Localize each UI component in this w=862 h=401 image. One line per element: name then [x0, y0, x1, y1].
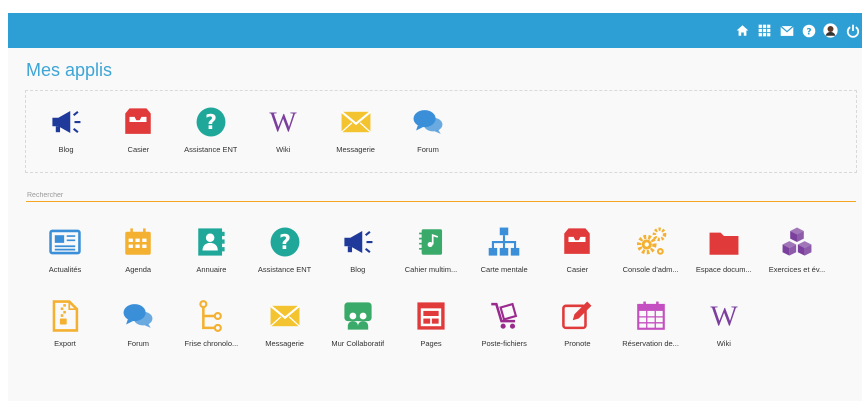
- folder-icon: [704, 222, 744, 262]
- svg-text:W: W: [710, 300, 738, 332]
- contact-book-icon: [191, 222, 231, 262]
- app-label: Cahier multim...: [404, 265, 458, 274]
- app-label: Blog: [350, 265, 366, 274]
- mail-icon[interactable]: [777, 21, 796, 40]
- inbox-tray-icon: [118, 102, 158, 142]
- app-label: Messagerie: [336, 145, 375, 154]
- timeline-icon: [191, 296, 231, 336]
- app-label: Assistance ENT: [184, 145, 238, 154]
- app-tile[interactable]: Messagerie: [319, 102, 393, 154]
- app-label: Exercices et év...: [768, 265, 826, 274]
- app-label: Agenda: [125, 265, 152, 274]
- app-tile[interactable]: Mur Collaboratif: [321, 296, 395, 348]
- app-label: Poste-fichiers: [481, 339, 527, 348]
- app-label: Annuaire: [196, 265, 227, 274]
- app-tile[interactable]: ? Assistance ENT: [248, 222, 322, 274]
- top-bar-icons: ?: [730, 13, 862, 48]
- app-tile[interactable]: Carte mentale: [467, 222, 541, 274]
- app-label: Wiki: [276, 145, 291, 154]
- svg-text:?: ?: [279, 230, 291, 254]
- svg-text:?: ?: [205, 110, 217, 134]
- app-tile[interactable]: Espace docum...: [687, 222, 761, 274]
- app-tile[interactable]: Casier: [101, 102, 175, 154]
- app-label: Espace docum...: [695, 265, 752, 274]
- app-tile[interactable]: W Wiki: [687, 296, 761, 348]
- app-label: Actualités: [48, 265, 82, 274]
- search-input[interactable]: [26, 189, 856, 202]
- megaphone-icon: [46, 102, 86, 142]
- app-label: Assistance ENT: [257, 265, 312, 274]
- app-tile[interactable]: Blog: [29, 102, 103, 154]
- home-icon[interactable]: [733, 21, 752, 40]
- power-icon[interactable]: [843, 21, 862, 40]
- envelope-icon: [265, 296, 305, 336]
- app-label: Pronote: [564, 339, 591, 348]
- envelope-icon: [336, 102, 376, 142]
- app-label: Forum: [417, 145, 439, 154]
- main-content: Mes applis Blog Casier? Assistance ENT W Wik…: [8, 48, 862, 401]
- newspaper-icon: [45, 222, 85, 262]
- svg-text:?: ?: [806, 27, 811, 37]
- app-tile[interactable]: Cahier multim...: [394, 222, 468, 274]
- question-circle-icon: ?: [265, 222, 305, 262]
- app-label: Forum: [127, 339, 150, 348]
- app-tile[interactable]: Frise chronolo...: [174, 296, 248, 348]
- app-label: Frise chronolo...: [184, 339, 239, 348]
- speech-bubbles-icon: [118, 296, 158, 336]
- megaphone-icon: [338, 222, 378, 262]
- edit-square-icon: [557, 296, 597, 336]
- app-tile[interactable]: Export: [28, 296, 102, 348]
- app-tile[interactable]: Actualités: [28, 222, 102, 274]
- mind-map-icon: [484, 222, 524, 262]
- app-label: Carte mentale: [480, 265, 528, 274]
- apps-grid-icon[interactable]: [755, 21, 774, 40]
- collaborative-wall-icon: [338, 296, 378, 336]
- app-label: Mur Collaboratif: [331, 339, 385, 348]
- avatar-icon[interactable]: [821, 21, 840, 40]
- cubes-icon: [777, 222, 817, 262]
- top-bar: ?: [8, 13, 862, 48]
- app-tile[interactable]: Pronote: [540, 296, 614, 348]
- multimedia-notebook-icon: [411, 222, 451, 262]
- page-title: Mes applis: [26, 60, 113, 80]
- question-circle-icon: ?: [191, 102, 231, 142]
- app-tile[interactable]: Forum: [101, 296, 175, 348]
- file-cart-icon: [484, 296, 524, 336]
- gears-icon: [631, 222, 671, 262]
- inbox-tray-icon: [557, 222, 597, 262]
- web-page-icon: [411, 296, 451, 336]
- app-label: Console d'adm...: [622, 265, 679, 274]
- booking-calendar-icon: [631, 296, 671, 336]
- app-label: Casier: [566, 265, 589, 274]
- app-tile[interactable]: Forum: [391, 102, 465, 154]
- speech-bubbles-icon: [408, 102, 448, 142]
- app-label: Messagerie: [265, 339, 304, 348]
- help-icon[interactable]: ?: [799, 21, 818, 40]
- app-tile[interactable]: Casier: [540, 222, 614, 274]
- app-tile[interactable]: Agenda: [101, 222, 175, 274]
- app-label: Pages: [420, 339, 442, 348]
- app-tile[interactable]: Réservation de...: [614, 296, 688, 348]
- app-tile[interactable]: Console d'adm...: [614, 222, 688, 274]
- wikipedia-w-icon: W: [704, 296, 744, 336]
- app-label: Casier: [127, 145, 150, 154]
- app-label: Export: [54, 339, 76, 348]
- app-tile[interactable]: Blog: [321, 222, 395, 274]
- app-label: Wiki: [716, 339, 731, 348]
- app-tile[interactable]: Exercices et év...: [760, 222, 834, 274]
- app-tile[interactable]: Poste-fichiers: [467, 296, 541, 348]
- app-label: Blog: [58, 145, 74, 154]
- app-tile[interactable]: ? Assistance ENT: [174, 102, 248, 154]
- svg-text:W: W: [270, 106, 298, 138]
- calendar-icon: [118, 222, 158, 262]
- app-tile[interactable]: Pages: [394, 296, 468, 348]
- app-tile[interactable]: W Wiki: [246, 102, 320, 154]
- zip-file-icon: [45, 296, 85, 336]
- wikipedia-w-icon: W: [263, 102, 303, 142]
- app-tile[interactable]: Messagerie: [248, 296, 322, 348]
- app-label: Réservation de...: [622, 339, 679, 348]
- app-tile[interactable]: Annuaire: [174, 222, 248, 274]
